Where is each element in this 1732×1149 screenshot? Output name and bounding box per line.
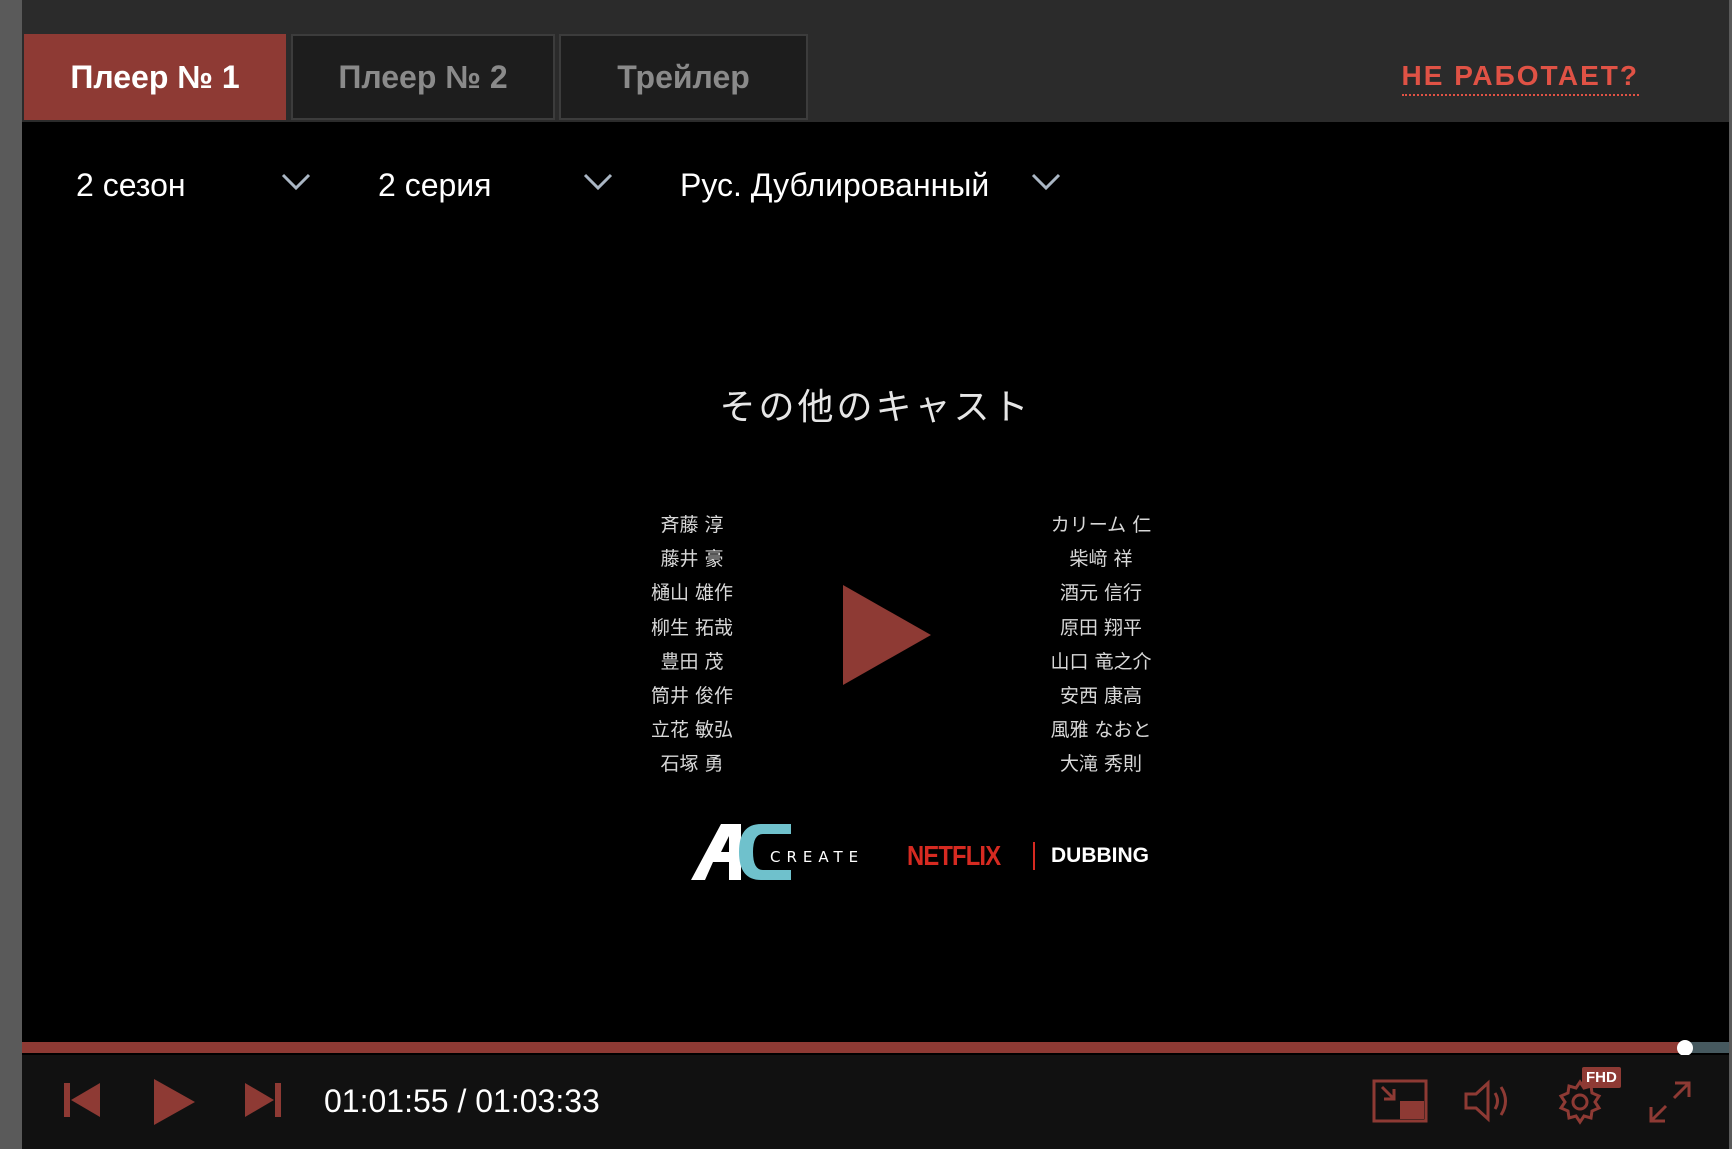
cast-name: 樋山 雄作 [650, 582, 734, 605]
logo-divider [1033, 842, 1035, 870]
chevron-down-icon [1031, 173, 1061, 191]
chevron-down-icon [281, 173, 311, 191]
cast-name: 筒井 俊作 [650, 684, 734, 707]
cast-title: その他のキャスト [719, 387, 1032, 428]
voiceover-value: Рус. Дублированный [680, 166, 990, 203]
not-working-link[interactable]: НЕ РАБОТАЕТ? [1401, 60, 1639, 96]
tab-trailer[interactable]: Трейлер [559, 34, 808, 120]
cast-name: 酒元 信行 [1059, 582, 1143, 605]
picture-in-picture-icon[interactable] [1372, 1079, 1428, 1123]
season-dropdown[interactable]: 2 сезон [76, 150, 316, 220]
ac-create-logo-text: CREATE [770, 848, 865, 866]
time-display: 01:01:55 / 01:03:33 [324, 1083, 600, 1119]
cast-name: 藤井 豪 [660, 548, 724, 571]
netflix-logo: NETFLIX [907, 840, 1001, 871]
progress-fill [22, 1042, 1686, 1053]
skip-previous-icon[interactable] [62, 1080, 102, 1120]
cast-name: 柴﨑 祥 [1069, 548, 1133, 571]
fullscreen-icon[interactable] [1647, 1079, 1693, 1125]
player-tab-bar: Плеер № 1 Плеер № 2 Трейлер НЕ РАБОТАЕТ? [22, 0, 1729, 122]
video-frame[interactable]: その他のキャスト 斉藤 淳 藤井 豪 樋山 雄作 柳生 拓哉 豊田 茂 筒井 俊… [22, 240, 1729, 1040]
chevron-down-icon [583, 173, 613, 191]
cast-name: 安西 康高 [1059, 684, 1143, 707]
episode-dropdown[interactable]: 2 серия [378, 150, 618, 220]
quality-badge: FHD [1582, 1067, 1621, 1088]
skip-next-icon[interactable] [243, 1080, 283, 1120]
play-icon[interactable] [151, 1077, 197, 1127]
cast-list-right: カリーム 仁 柴﨑 祥 酒元 信行 原田 翔平 山口 竜之介 安西 康高 風雅 … [1001, 508, 1201, 782]
dubbing-label: DUBBING [1051, 844, 1149, 867]
cast-name: 石塚 勇 [660, 753, 724, 776]
cast-name: 立花 敏弘 [650, 719, 734, 742]
cast-name: カリーム 仁 [1050, 514, 1152, 536]
tab-player-1[interactable]: Плеер № 1 [24, 34, 286, 120]
cast-name: 風雅 なおと [1050, 719, 1152, 742]
episode-selectors: 2 сезон 2 серия Рус. Дублированный [22, 150, 1122, 220]
tab-player-2[interactable]: Плеер № 2 [291, 34, 555, 120]
control-bar: 01:01:55 / 01:03:33 FHD [22, 1055, 1729, 1149]
big-play-icon[interactable] [839, 583, 933, 687]
cast-name: 柳生 拓哉 [650, 616, 734, 639]
progress-bar[interactable] [22, 1040, 1729, 1056]
season-value: 2 сезон [76, 166, 186, 203]
cast-name: 原田 翔平 [1059, 616, 1143, 639]
cast-list-left: 斉藤 淳 藤井 豪 樋山 雄作 柳生 拓哉 豊田 茂 筒井 俊作 立花 敏弘 石… [592, 508, 792, 782]
volume-icon[interactable] [1462, 1079, 1518, 1123]
cast-name: 斉藤 淳 [660, 514, 724, 536]
episode-value: 2 серия [378, 166, 492, 203]
progress-handle[interactable] [1677, 1040, 1694, 1056]
cast-name: 豊田 茂 [660, 650, 724, 673]
video-player: Плеер № 1 Плеер № 2 Трейлер НЕ РАБОТАЕТ?… [22, 0, 1729, 1149]
voiceover-dropdown[interactable]: Рус. Дублированный [680, 150, 1070, 220]
page-left-edge [0, 0, 22, 1149]
cast-name: 大滝 秀則 [1059, 753, 1143, 776]
cast-name: 山口 竜之介 [1050, 650, 1152, 673]
